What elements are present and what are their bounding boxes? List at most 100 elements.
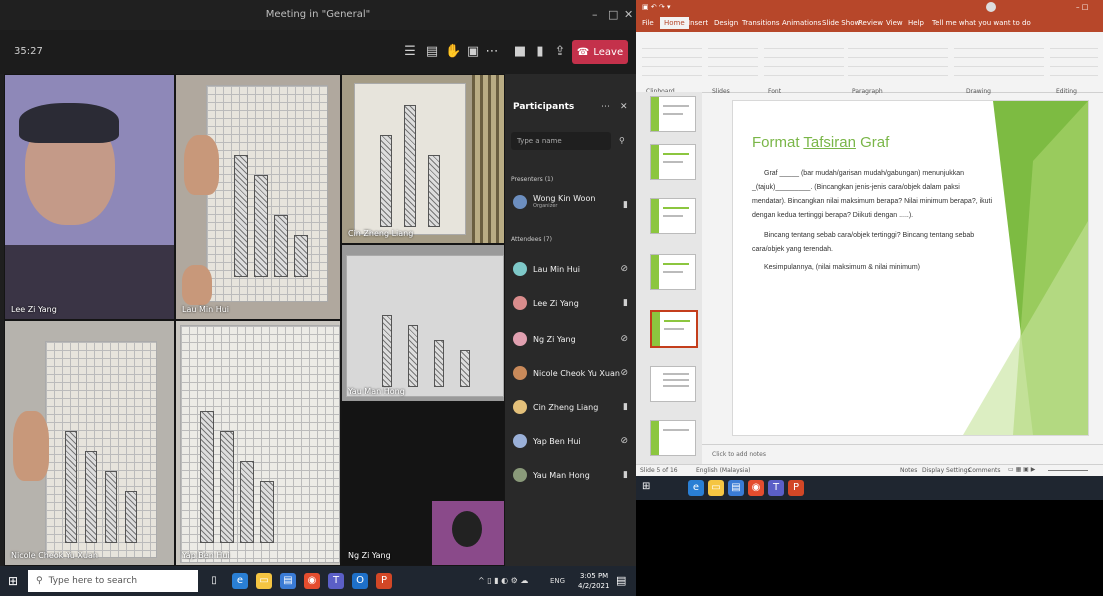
zoom-slider[interactable] [1048,470,1088,471]
teams-app-icon[interactable]: T [768,480,784,496]
font-controls[interactable] [764,40,844,80]
tab-animations[interactable]: Animations [782,19,821,27]
tab-home[interactable]: Home [660,17,689,29]
add-participant-icon[interactable]: ⚲ [619,136,625,145]
slide-thumbnail-selected[interactable] [650,310,698,348]
edge-browser-icon[interactable]: e [688,480,704,496]
participant-search-input[interactable]: Type a name [511,132,611,150]
powerpoint-app-icon[interactable]: P [788,480,804,496]
window-controls[interactable]: – □ [1076,3,1088,11]
video-tile[interactable]: Yau Man Hong [341,244,505,402]
tab-file[interactable]: File [642,19,654,27]
view-buttons[interactable]: ▭ ▦ ▣ ▶ [1008,466,1035,473]
slide-thumbnail[interactable] [650,366,696,402]
slide-title[interactable]: Format Tafsiran Graf [752,134,889,151]
clipboard-controls[interactable] [642,40,702,80]
more-options-icon[interactable]: ⋯ [601,102,610,112]
notes-toggle[interactable]: Notes [900,467,917,474]
teams-app-icon[interactable]: T [328,573,344,589]
participant-row[interactable]: Lau Min Hui [513,262,580,276]
participant-row[interactable]: Nicole Cheok Yu Xuan [513,366,620,380]
language-indicator[interactable]: ENG [550,577,565,585]
windows-start-icon[interactable]: ⊞ [8,574,18,588]
presenters-section-label[interactable]: Presenters (1) [511,176,553,183]
participants-icon[interactable]: ☰ [402,44,418,60]
tile-name: Lau Min Hui [182,305,230,314]
tab-review[interactable]: Review [858,19,883,27]
minimize-icon[interactable]: – [592,8,598,21]
participant-row[interactable]: Yap Ben Hui [513,434,581,448]
chat-icon[interactable]: ▤ [424,44,440,60]
slide-thumbnail[interactable] [650,254,696,290]
slide-thumbnail[interactable] [650,420,696,456]
notes-pane[interactable]: Click to add notes [702,444,1103,465]
task-view-icon[interactable]: ▯ [206,573,222,589]
system-tray-icons[interactable]: ^ ▯ ▮ ◐ ⚙ ☁ [478,576,528,585]
editing-controls[interactable] [1050,40,1098,80]
slide-body-line[interactable]: _(tajuk)_________. (Bincangkan jenis-jen… [752,184,960,191]
file-explorer-icon[interactable]: ▭ [256,573,272,589]
maximize-icon[interactable]: □ [608,8,618,21]
video-tile[interactable]: Lau Min Hui [175,74,341,320]
slide-body-line[interactable]: Graf _____ (bar mudah/garisan mudah/gabu… [764,170,964,177]
tab-transitions[interactable]: Transitions [742,19,780,27]
video-tile[interactable]: Yap Ben Hui [175,320,341,566]
clock-time[interactable]: 3:05 PM [580,572,608,580]
store-icon[interactable]: ▤ [280,573,296,589]
comments-toggle[interactable]: Comments [968,467,1001,474]
raise-hand-icon[interactable]: ✋ [445,44,461,60]
mic-icon[interactable]: ▮ [532,44,548,60]
chrome-icon[interactable]: ◉ [748,480,764,496]
tell-me-box[interactable]: Tell me what you want to do [932,19,1031,27]
attendees-section-label[interactable]: Attendees (7) [511,236,552,243]
tab-insert[interactable]: Insert [688,19,708,27]
leave-button[interactable]: ☎ Leave [572,40,628,64]
chrome-icon[interactable]: ◉ [304,573,320,589]
tab-view[interactable]: View [886,19,903,27]
slide-thumbnail[interactable] [650,198,696,234]
notifications-icon[interactable]: ▤ [616,574,626,587]
quick-access-icons[interactable]: ▣ ↶ ↷ ▾ [642,3,671,11]
slide-body-line[interactable]: mendatar). Bincangkan nilai maksimum ber… [752,198,992,205]
drawing-controls[interactable] [954,40,1044,80]
share-screen-icon[interactable]: ⇪ [552,44,568,60]
participant-row[interactable]: Ng Zi Yang [513,332,576,346]
video-tile[interactable]: Nicole Cheok Yu Xuan [4,320,175,566]
edge-browser-icon[interactable]: e [232,573,248,589]
video-tile[interactable]: Cin Zheng Liang [341,74,505,244]
tab-help[interactable]: Help [908,19,924,27]
participant-row[interactable]: Yau Man Hong [513,468,590,482]
slide-thumbnail[interactable] [650,96,696,132]
display-settings[interactable]: Display Settings [922,467,971,474]
close-icon[interactable]: ✕ [624,8,633,21]
windows-start-icon[interactable]: ⊞ [642,481,650,492]
participant-row-presenter[interactable]: Wong Kin Woon Organizer [513,194,595,209]
account-avatar[interactable] [986,2,996,12]
slides-controls[interactable] [708,40,758,80]
tab-design[interactable]: Design [714,19,738,27]
taskbar-search-box[interactable]: ⚲ Type here to search [28,570,198,592]
store-icon[interactable]: ▤ [728,480,744,496]
file-explorer-icon[interactable]: ▭ [708,480,724,496]
chart-bar [382,315,392,387]
language-status[interactable]: English (Malaysia) [696,467,750,474]
participant-name: Nicole Cheok Yu Xuan [533,368,620,378]
video-tile[interactable]: Ng Zi Yang [341,402,505,566]
rooms-icon[interactable]: ▣ [465,44,481,60]
participant-row[interactable]: Lee Zi Yang [513,296,579,310]
video-tile[interactable]: Lee Zi Yang [4,74,175,320]
close-panel-icon[interactable]: ✕ [620,102,628,112]
slide-thumbnail[interactable] [650,144,696,180]
slide-body-line[interactable]: Bincang tentang sebab cara/objek terting… [764,232,974,239]
slide-body-line[interactable]: cara/objek yang terendah. [752,246,833,253]
paragraph-controls[interactable] [848,40,948,80]
more-actions-icon[interactable]: ⋯ [484,44,500,60]
tab-slide-show[interactable]: Slide Show [822,19,860,27]
slide-body-line[interactable]: dengan kedua tertinggi berapa? Diikuti d… [752,212,913,219]
camera-icon[interactable]: ■ [512,44,528,60]
slide-body-line[interactable]: Kesimpulannya, (nilai maksimum & nilai m… [764,264,920,271]
clock-date[interactable]: 4/2/2021 [578,582,609,590]
powerpoint-app-icon[interactable]: P [376,573,392,589]
participant-row[interactable]: Cin Zheng Liang [513,400,598,414]
outlook-icon[interactable]: O [352,573,368,589]
